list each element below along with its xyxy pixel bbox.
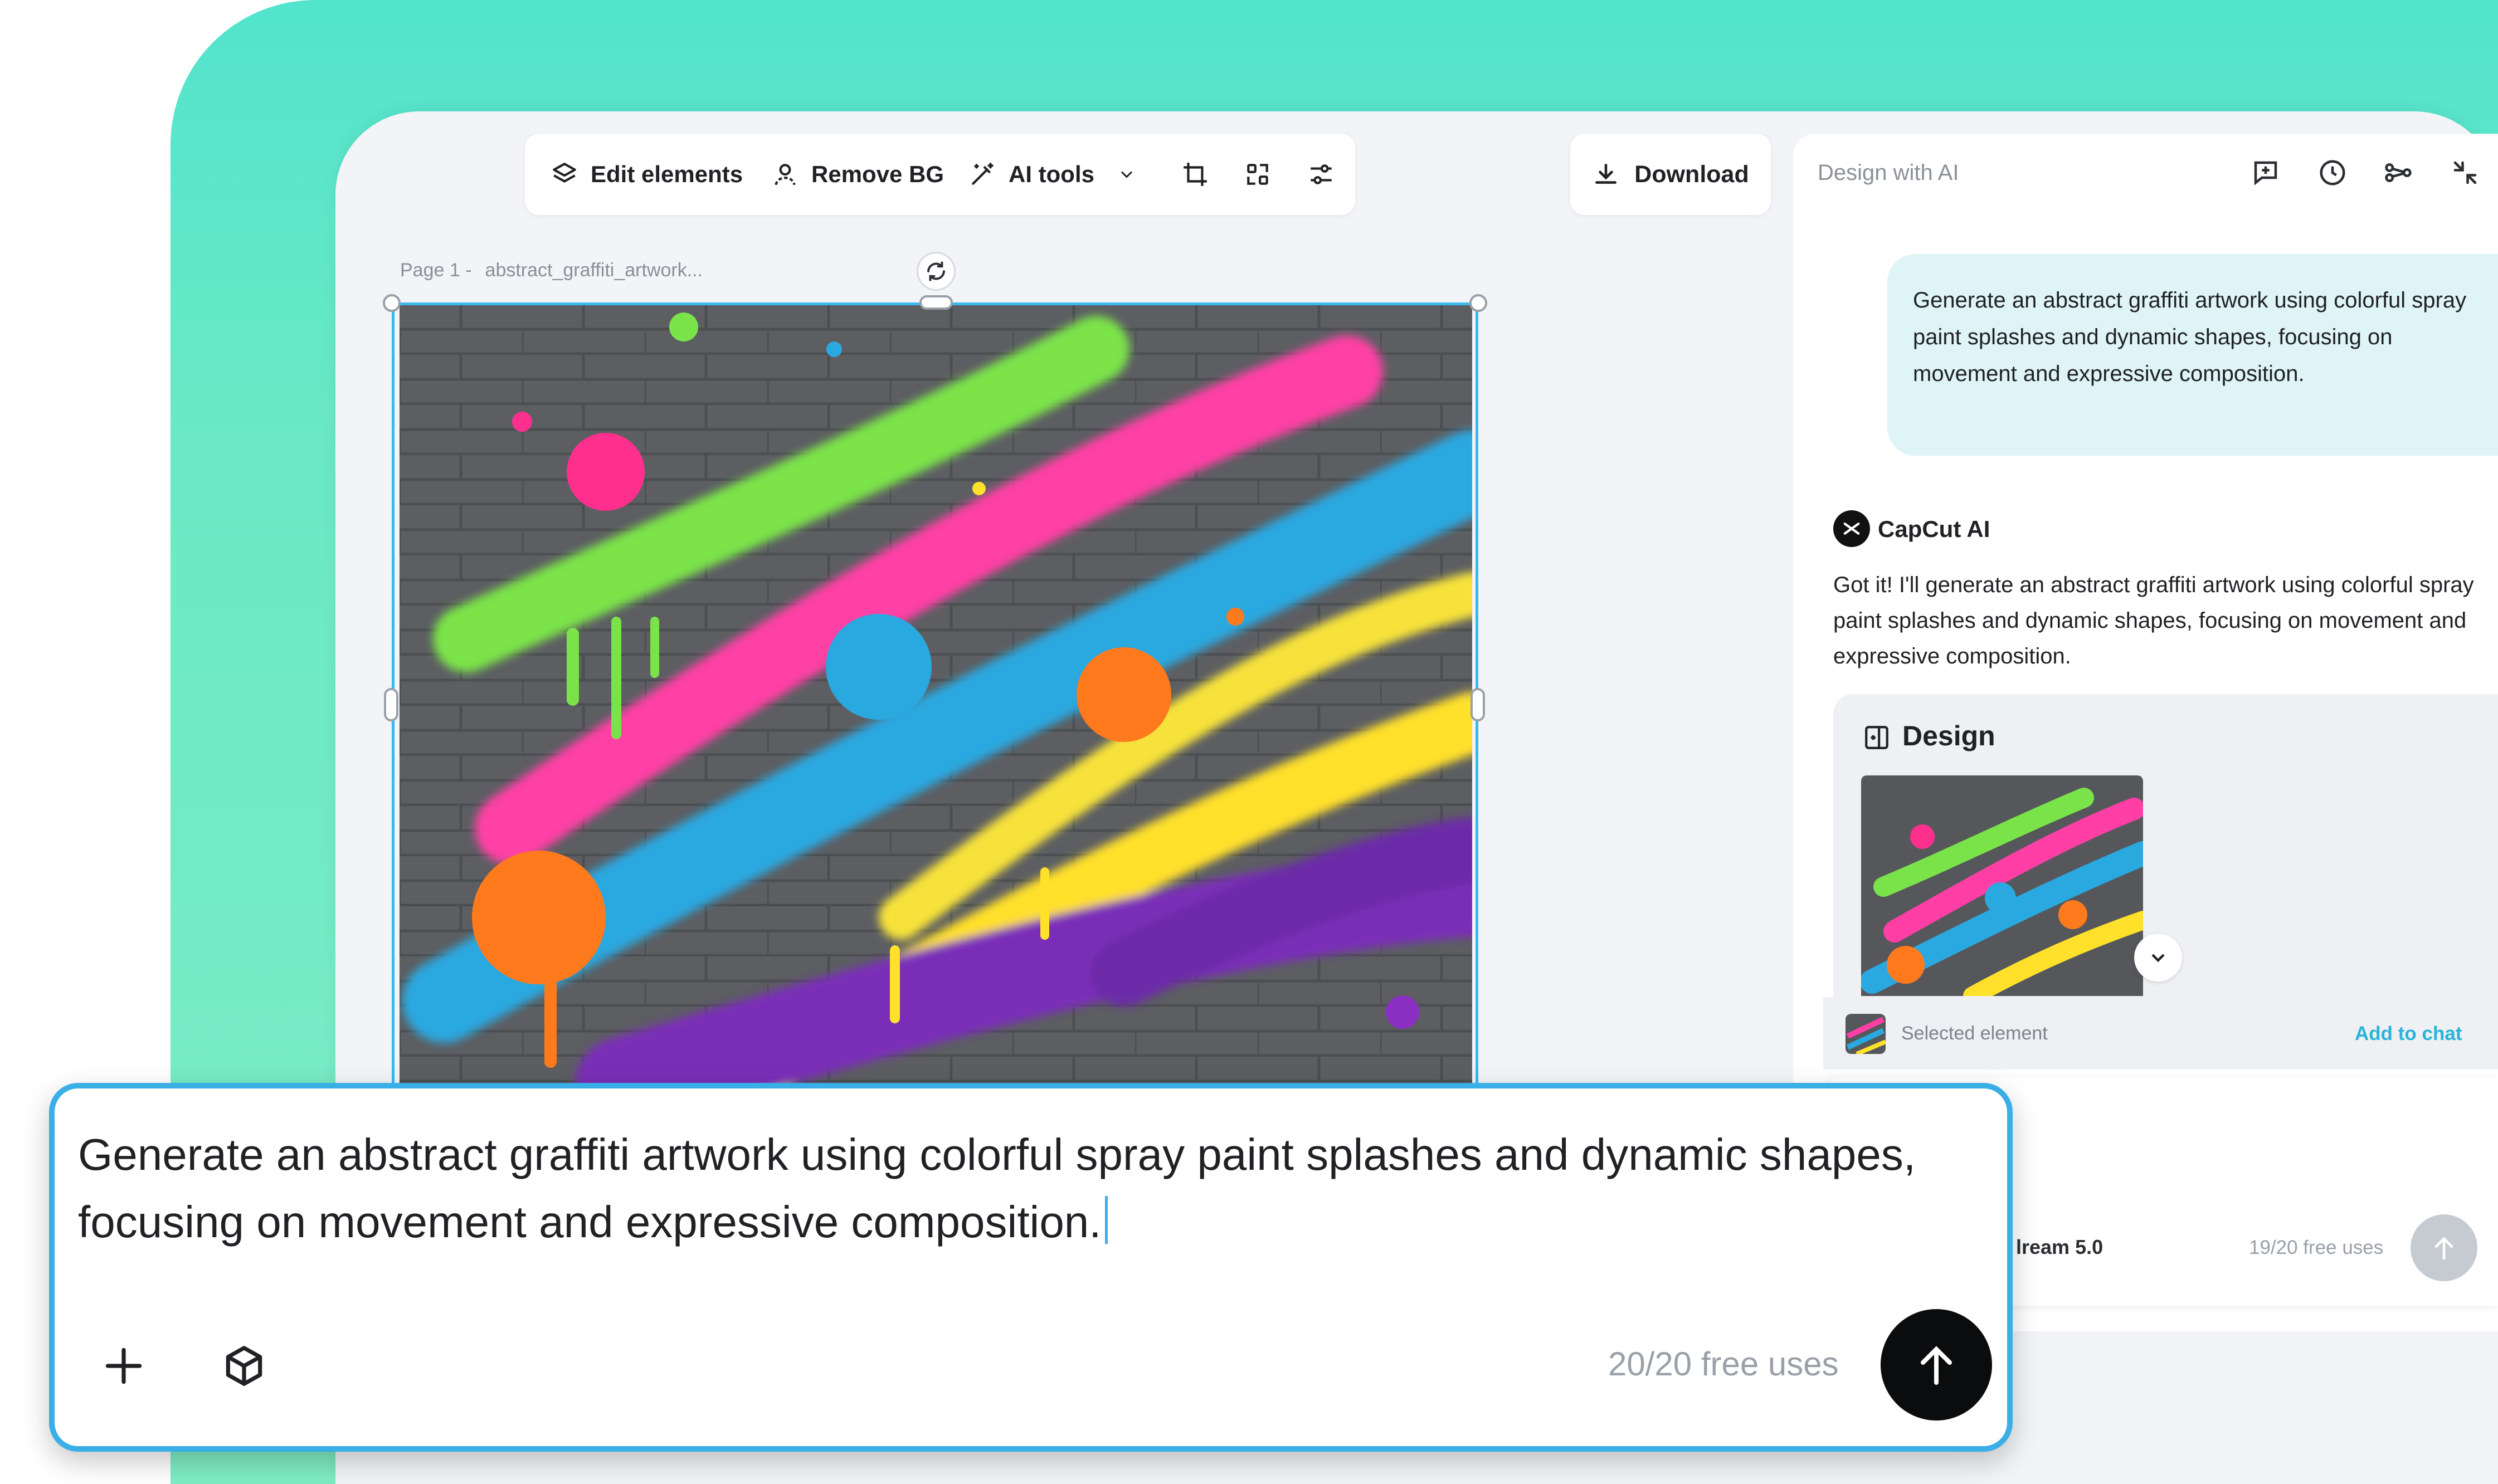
prompt-text: Generate an abstract graffiti artwork us… — [78, 1130, 1916, 1247]
layers-icon — [553, 163, 576, 183]
adjust-icon — [1311, 164, 1332, 184]
chevron-down-icon — [2151, 954, 2165, 963]
crop-button[interactable] — [1178, 157, 1213, 192]
user-message-bubble: Generate an abstract graffiti artwork us… — [1887, 254, 2498, 456]
model-label[interactable]: lream 5.0 — [2016, 1236, 2103, 1259]
arrow-up-icon — [2434, 1237, 2453, 1260]
download-label: Download — [1634, 160, 1749, 188]
resize-icon — [1247, 164, 1268, 185]
expand-button[interactable] — [2134, 934, 2182, 982]
ai-tools-button[interactable]: AI tools — [968, 160, 1137, 188]
person-icon — [775, 164, 796, 186]
new-chat-button[interactable] — [2249, 156, 2282, 189]
add-attachment-button[interactable] — [96, 1338, 152, 1394]
resize-handle-top-left[interactable] — [383, 294, 401, 312]
download-button[interactable]: Download — [1570, 134, 1771, 215]
design-thumbnail[interactable] — [1861, 775, 2143, 996]
edit-elements-button[interactable]: Edit elements — [551, 160, 743, 188]
rotate-icon — [927, 261, 945, 281]
collapse-button[interactable] — [2448, 156, 2482, 189]
bot-name: CapCut AI — [1878, 516, 1990, 542]
capcut-logo-icon — [1833, 510, 1870, 547]
crop-icon — [1184, 163, 1207, 186]
design-icon — [1861, 722, 1892, 753]
share-icon — [2385, 163, 2412, 182]
add-to-chat-link[interactable]: Add to chat — [2355, 1023, 2462, 1045]
resize-handle-top[interactable] — [919, 295, 953, 310]
remove-bg-label: Remove BG — [811, 161, 944, 187]
resize-handle-right[interactable] — [1470, 688, 1485, 721]
history-button[interactable] — [2316, 156, 2349, 189]
resize-button[interactable] — [1240, 157, 1275, 192]
panel-title: Design with AI — [1818, 160, 1959, 185]
selected-element-thumbnail — [1845, 1014, 1886, 1054]
file-name: abstract_graffiti_artwork... — [485, 260, 703, 281]
share-button[interactable] — [2382, 156, 2415, 189]
send-button[interactable] — [1881, 1309, 1992, 1420]
selection-frame — [392, 302, 1478, 1094]
panel-send-button[interactable] — [2411, 1214, 2477, 1281]
history-icon — [2320, 160, 2345, 186]
remove-bg-button[interactable]: Remove BG — [771, 160, 944, 188]
prompt-input-text[interactable]: Generate an abstract graffiti artwork us… — [78, 1121, 1928, 1256]
download-icon — [1595, 164, 1617, 184]
new-chat-icon — [2254, 161, 2277, 186]
adjust-button[interactable] — [1304, 157, 1338, 192]
model-select-button[interactable] — [216, 1338, 272, 1394]
design-card-title: Design — [1902, 720, 1995, 751]
chevron-down-icon — [1121, 171, 1133, 178]
rotate-handle[interactable] — [917, 252, 956, 291]
page-label: Page 1 - abstract_graffiti_artwork... — [400, 260, 703, 281]
edit-elements-label: Edit elements — [591, 161, 743, 187]
plus-icon — [105, 1348, 142, 1384]
magic-wand-icon — [972, 163, 994, 185]
canvas-toolbar: Edit elements Remove BG AI tools — [525, 134, 1355, 215]
prompt-free-uses: 20/20 free uses — [1608, 1345, 1839, 1383]
selected-element-label: Selected element — [1901, 1023, 2048, 1044]
collapse-icon — [2453, 161, 2477, 184]
arrow-up-icon — [1921, 1346, 1952, 1385]
panel-free-uses: 19/20 free uses — [2249, 1237, 2384, 1258]
cube-icon — [226, 1346, 262, 1386]
page-number: Page 1 - — [400, 260, 472, 281]
bot-reply-text: Got it! I'll generate an abstract graffi… — [1833, 573, 2474, 668]
ai-tools-label: AI tools — [1009, 161, 1094, 187]
resize-handle-left[interactable] — [384, 688, 398, 721]
text-caret — [1104, 1196, 1108, 1244]
resize-handle-top-right[interactable] — [1469, 294, 1487, 312]
